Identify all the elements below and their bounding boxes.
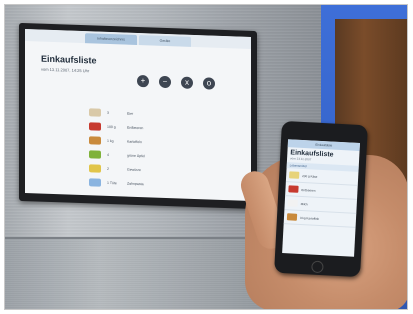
item-name: Eier: [127, 111, 134, 116]
monitor-tabs: Inhaltsverzeichnis Geräte: [25, 29, 251, 49]
item-note: [161, 129, 185, 130]
phone-list: 200 g Käse Erdbeeren Milch 3 kg Kartoffeln: [283, 168, 359, 228]
monitor-tab[interactable]: Inhaltsverzeichnis: [85, 33, 137, 45]
item-quantity: 1 kg: [107, 138, 114, 144]
phone-item-label: 3 kg Kartoffeln: [299, 215, 320, 221]
product-thumbnail: [89, 108, 101, 117]
photo: Inhaltsverzeichnis Geräte Einkaufsliste …: [4, 4, 408, 310]
close-button[interactable]: x: [181, 76, 193, 89]
product-thumbnail: [89, 136, 101, 145]
item-name: grüne Äpfel: [127, 153, 145, 159]
product-thumbnail: [288, 185, 299, 193]
monitor-buttons: + − x o: [137, 74, 215, 90]
item-name: Kartoffeln: [127, 139, 142, 145]
item-note: [161, 185, 185, 186]
monitor-date: vom 13.11.2007, 14:25 Uhr: [41, 66, 90, 74]
item-quantity: 4: [107, 152, 109, 157]
monitor-title: Einkaufsliste: [41, 53, 97, 66]
item-quantity: 2: [107, 166, 109, 171]
product-thumbnail: [286, 213, 298, 221]
phone-screen: Einkaufsliste Einkaufsliste vom 13.11.20…: [282, 139, 360, 257]
item-name: Erdbeeren: [127, 125, 144, 131]
product-thumbnail: [289, 171, 300, 179]
smartphone: Einkaufsliste Einkaufsliste vom 13.11.20…: [274, 120, 368, 278]
item-quantity: 1 Tüte: [107, 180, 117, 186]
phone-item-label: 200 g Käse: [302, 173, 318, 179]
item-quantity: 3: [107, 110, 109, 115]
product-thumbnail: [89, 122, 101, 131]
item-note: [161, 115, 185, 116]
item-quantity: 100 g: [107, 124, 116, 130]
item-note: [161, 143, 185, 144]
fridge-monitor: Inhaltsverzeichnis Geräte Einkaufsliste …: [19, 22, 257, 210]
product-thumbnail: [89, 178, 101, 187]
item-note: [161, 157, 185, 158]
monitor-tab[interactable]: Geräte: [139, 35, 191, 47]
item-name: Gewürze: [127, 167, 142, 173]
product-thumbnail: [287, 199, 298, 207]
product-thumbnail: [89, 164, 101, 173]
phone-item-label: Erdbeeren: [301, 187, 316, 193]
product-thumbnail: [89, 150, 101, 159]
monitor-screen: Inhaltsverzeichnis Geräte Einkaufsliste …: [25, 29, 251, 201]
steel-fridge-lower: [5, 237, 275, 309]
item-name: Zahnpasta: [127, 181, 144, 187]
add-button[interactable]: +: [137, 74, 149, 88]
options-button[interactable]: o: [203, 77, 215, 90]
phone-item-label: Milch: [300, 201, 308, 206]
shopping-list: 3 Eier 100 g Erdbeeren 1 kg Kartoffeln 4 grüne …: [89, 105, 229, 194]
home-button[interactable]: [311, 260, 324, 274]
item-note: [161, 171, 185, 172]
phone-list-item[interactable]: 3 kg Kartoffeln: [283, 210, 357, 228]
remove-button[interactable]: −: [159, 75, 171, 89]
